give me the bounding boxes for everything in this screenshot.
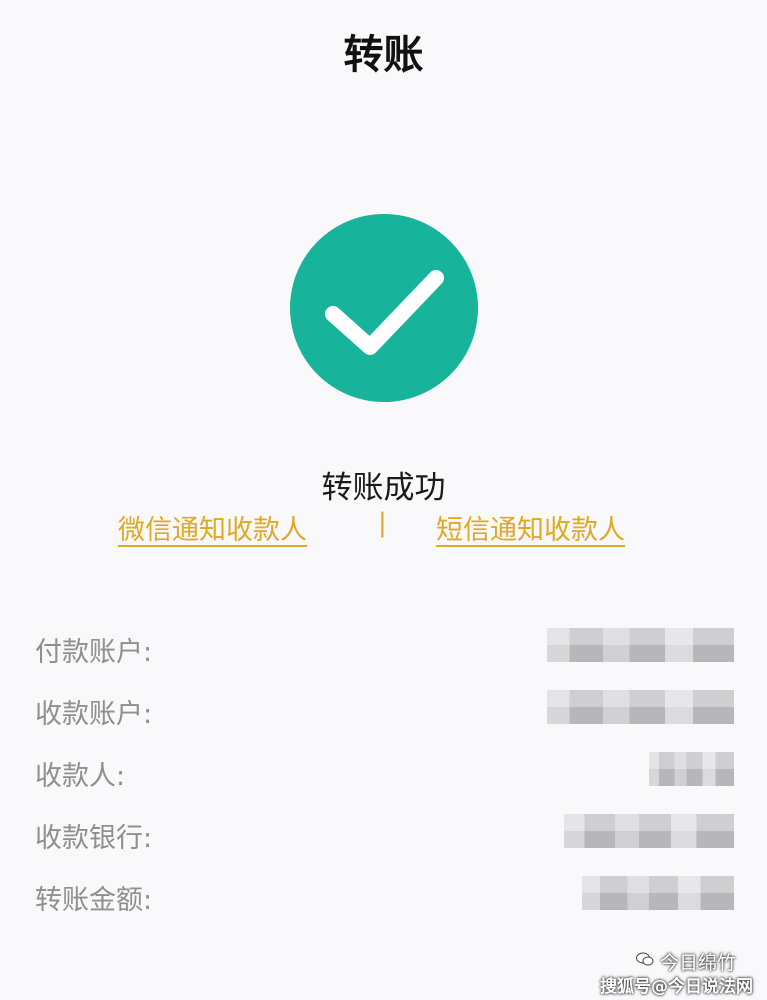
- payee-account-label: 收款账户:: [35, 699, 153, 730]
- transfer-status-text: 转账成功: [321, 470, 446, 506]
- payee-bank-value-redacted: [564, 814, 734, 848]
- payer-account-label: 付款账户:: [35, 637, 153, 668]
- watermark-source: 搜狐号@今日说法网: [600, 977, 753, 997]
- detail-row-payee-account: 收款账户:: [0, 690, 767, 730]
- detail-row-transfer-amount: 转账金额:: [0, 876, 767, 916]
- page-title: 转账: [343, 32, 424, 78]
- watermark-account-name: 今日绵竹: [660, 952, 737, 974]
- payer-account-value-redacted: [547, 628, 734, 662]
- detail-row-payee-bank: 收款银行:: [0, 814, 767, 854]
- notify-separator: |: [378, 508, 387, 538]
- payee-bank-label: 收款银行:: [35, 823, 153, 854]
- notify-sms-link[interactable]: 短信通知收款人: [436, 508, 625, 547]
- detail-row-payer-account: 付款账户:: [0, 628, 767, 668]
- detail-row-payee-name: 收款人:: [0, 752, 767, 792]
- transfer-amount-value-redacted: [582, 876, 734, 910]
- notify-wechat-link[interactable]: 微信通知收款人: [118, 508, 307, 547]
- check-circle-icon: [290, 214, 478, 402]
- transfer-amount-label: 转账金额:: [35, 885, 153, 916]
- payee-account-value-redacted: [547, 690, 734, 724]
- payee-name-label: 收款人:: [35, 761, 126, 792]
- notify-row: 微信通知收款人 | 短信通知收款人: [0, 508, 767, 548]
- payee-name-value-redacted: [649, 752, 734, 786]
- wechat-logo-icon: [636, 951, 654, 966]
